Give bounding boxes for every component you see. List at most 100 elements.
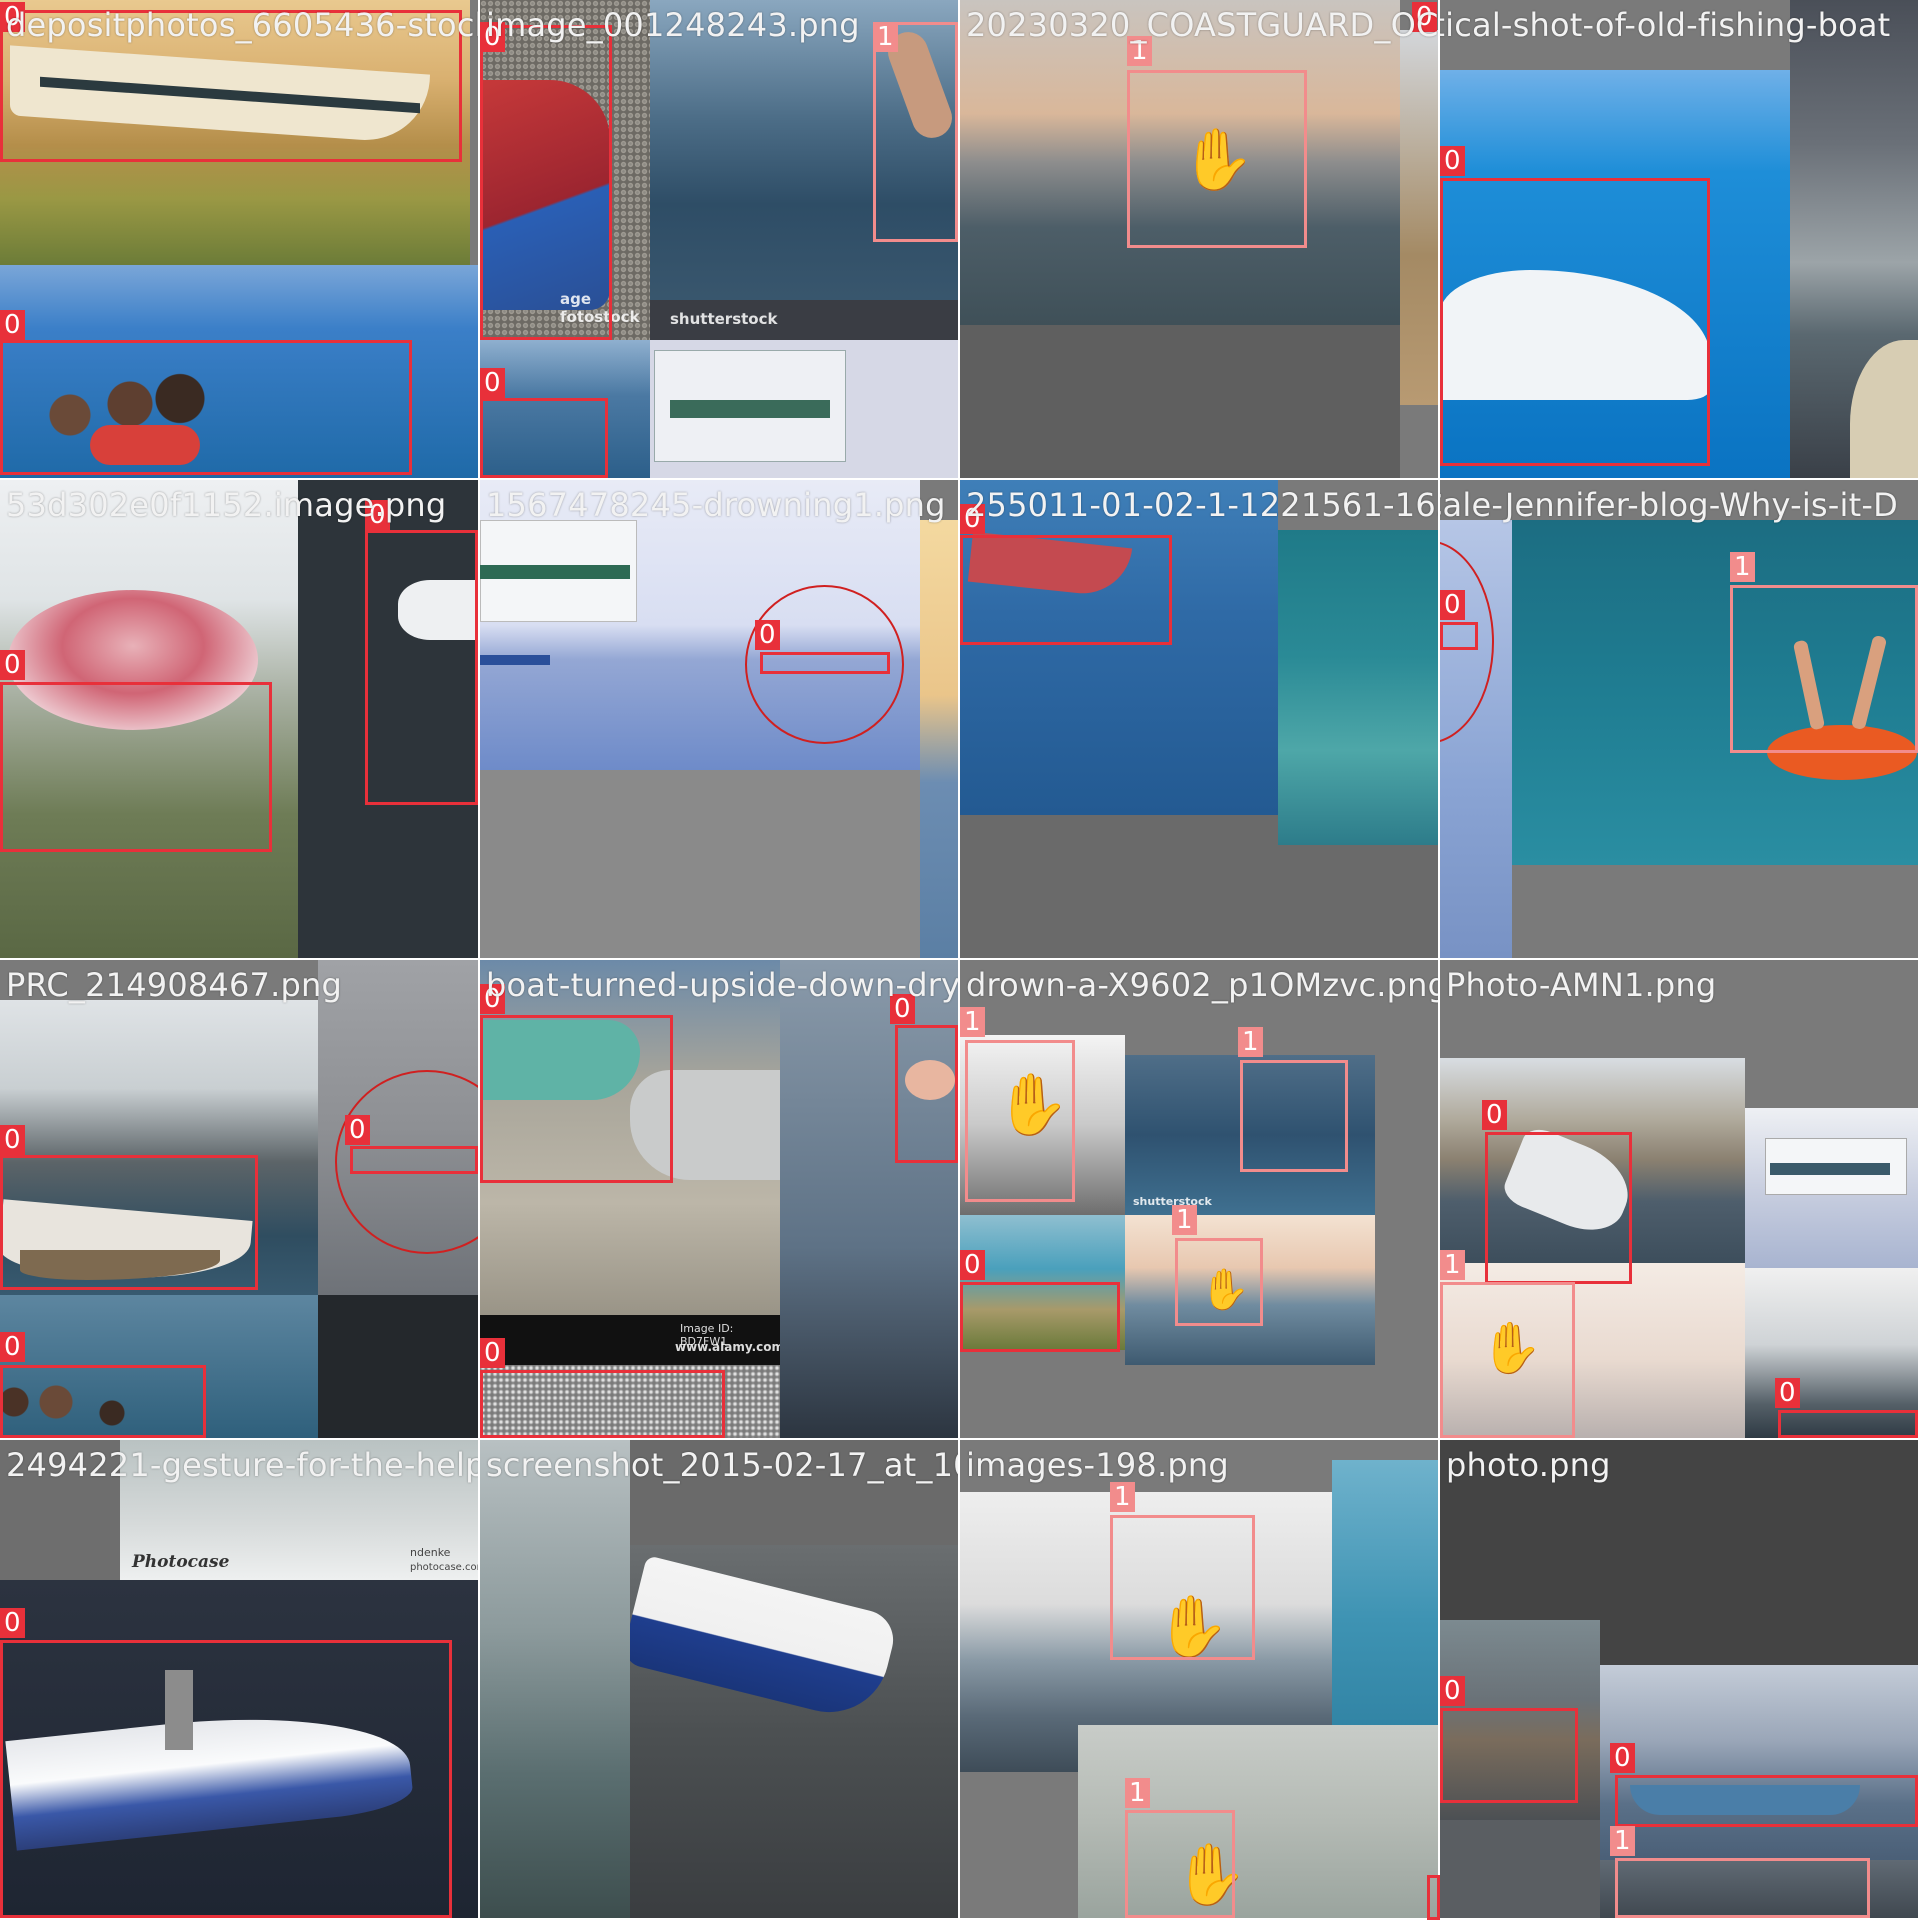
bbox-class0: [1615, 1775, 1918, 1827]
bbox-label: 0: [0, 650, 25, 680]
tile-11: ✋ shutterstock ✋ 1 1 0 1 drown-a-X9602_p…: [960, 960, 1438, 1438]
tile-3: ✋ 1 0 20230320_COASTGUARD_OCEANCAPE-fish…: [960, 0, 1438, 478]
tile-title: image_001248243.png: [486, 6, 860, 44]
tile-16: 0 0 1 0 photo.png: [1440, 1440, 1918, 1918]
bbox-label: 0: [480, 368, 505, 398]
pad-area: [960, 815, 1278, 958]
tile-15: ✋ ✋ 1 1 images-198.png: [960, 1440, 1438, 1918]
bbox-label: 0: [0, 1332, 25, 1362]
tile-9: 0 0 0 PRC_214908467.png: [0, 960, 478, 1438]
watermark: www.alamy.com: [675, 1340, 780, 1354]
bbox-class0: [1440, 1708, 1578, 1803]
tile-14: screenshot_2015-02-17_at_10.35.38.png: [480, 1440, 958, 1918]
bbox-class0: [0, 1640, 452, 1918]
capsized-boat-waves-image: [960, 480, 1278, 815]
bbox-class1: [873, 22, 958, 242]
mosaic-grid: 0 0 depositphotos_6605436-stock age foto…: [0, 0, 1920, 1920]
pad-area: [1512, 865, 1918, 958]
bbox-label: 0: [755, 620, 780, 650]
pad-area: [1278, 845, 1438, 958]
watermark: ndenke: [410, 1546, 451, 1559]
tile-title: 20230320_COASTGUARD_OCEANCAPE-fishing-bo…: [966, 6, 1438, 44]
bbox-class0: [1427, 1875, 1440, 1920]
watermark: Photocase: [132, 1552, 230, 1572]
tile-1: 0 0 depositphotos_6605436-stock: [0, 0, 478, 478]
ship-image: [650, 340, 958, 478]
tile-8: 0 1 Cale-Jennifer-blog-Why-is-it-D: [1440, 480, 1918, 958]
beach-strip-image: [1400, 30, 1438, 405]
bbox-class0: [480, 398, 608, 478]
bbox-label: 1: [1440, 1250, 1465, 1280]
tile-5: 0 0 53d302e0f1152.image.png: [0, 480, 478, 958]
bbox-class1: [1127, 70, 1307, 248]
bbox-class1: [1125, 1810, 1235, 1918]
turquoise-wave-image: [1278, 530, 1438, 845]
tile-title: 2494221-gesture-for-the-help: [6, 1446, 478, 1484]
dark-image: [318, 1295, 478, 1438]
bbox-class0: [760, 652, 890, 674]
tile-title: photo.png: [1446, 1446, 1611, 1484]
bbox-class0: [480, 1370, 725, 1438]
bbox-label: 1: [1610, 1826, 1635, 1856]
tile-4: 0 vertical-shot-of-old-fishing-boat: [1440, 0, 1918, 478]
bbox-label: 0: [480, 1338, 505, 1368]
bbox-class0: [960, 535, 1172, 645]
tile-6: 0 1567478245-drowning1.png: [480, 480, 958, 958]
bbox-class0: [1485, 1132, 1632, 1284]
bbox-class1: [965, 1040, 1075, 1202]
watermark: photocase.com: [410, 1562, 478, 1573]
harbor-boats-image: [1790, 0, 1918, 478]
bbox-label: 1: [873, 22, 898, 52]
bbox-label: 1: [1110, 1482, 1135, 1512]
tile-2: age fotostock shutterstock 0 1 0 image_0…: [480, 0, 958, 478]
tile-title: 53d302e0f1152.image.png: [6, 486, 447, 524]
bbox-class0: [0, 1155, 258, 1290]
tile-12: ✋ 0 1 0 Photo-AMN1.png: [1440, 960, 1918, 1438]
tile-title: Cale-Jennifer-blog-Why-is-it-D: [1440, 486, 1898, 524]
bbox-class0: [350, 1146, 478, 1174]
tile-title: 255011-01-02-1-1221561-1634927147.png: [966, 486, 1438, 524]
edge-strip-image: [920, 520, 958, 958]
bbox-label: 0: [1440, 146, 1465, 176]
bbox-class0: [0, 1365, 206, 1438]
ship-sea-small-image: [1745, 1108, 1918, 1268]
tile-title: images-198.png: [966, 1446, 1229, 1484]
bbox-class0: [960, 1282, 1120, 1352]
tile-13: Photocase ndenke photocase.com 0 2494221…: [0, 1440, 478, 1918]
bbox-class0: [1440, 178, 1710, 466]
tile-title: vertical-shot-of-old-fishing-boat: [1440, 6, 1891, 44]
bbox-label: 0: [1440, 590, 1465, 620]
tile-title: depositphotos_6605436-stock: [6, 6, 478, 44]
bbox-label: 1: [1730, 552, 1755, 582]
bbox-class1: [1240, 1060, 1348, 1172]
pad-area: [1440, 1820, 1600, 1918]
tile-title: PRC_214908467.png: [6, 966, 342, 1004]
tile-title: boat-turned-upside-down-drying: [486, 966, 958, 1004]
bbox-class0: [1440, 622, 1478, 650]
bbox-class0: [480, 1015, 673, 1183]
rescue-vessel-image: [630, 1545, 958, 1918]
bbox-class0: [1778, 1410, 1918, 1438]
bbox-label: 1: [1125, 1778, 1150, 1808]
tile-title: Photo-AMN1.png: [1446, 966, 1717, 1004]
bbox-label: 0: [1610, 1743, 1635, 1773]
pad-area: [960, 325, 1400, 478]
bbox-label: 0: [0, 1608, 25, 1638]
pad-area: [480, 770, 920, 958]
tile-title: 1567478245-drowning1.png: [486, 486, 946, 524]
bbox-class1: [1615, 1858, 1870, 1918]
bbox-class0: [0, 682, 272, 852]
tile-7: 0 255011-01-02-1-1221561-1634927147.png: [960, 480, 1438, 958]
bbox-class0: [0, 340, 412, 475]
bbox-label: 1: [1238, 1027, 1263, 1057]
bbox-label: 0: [1775, 1378, 1800, 1408]
bbox-label: 0: [0, 310, 25, 340]
tile-title: screenshot_2015-02-17_at_10.35.38.png: [486, 1446, 958, 1484]
tile-10: Image ID: BD7FW1 www.alamy.com 0 0 0 boa…: [480, 960, 958, 1438]
bbox-class0: [895, 1025, 958, 1163]
watermark: shutterstock: [670, 310, 778, 328]
bbox-label: 0: [1482, 1100, 1507, 1130]
bbox-label: 0: [0, 1125, 25, 1155]
bbox-class1: [1730, 585, 1918, 753]
bbox-label: 1: [1172, 1205, 1197, 1235]
